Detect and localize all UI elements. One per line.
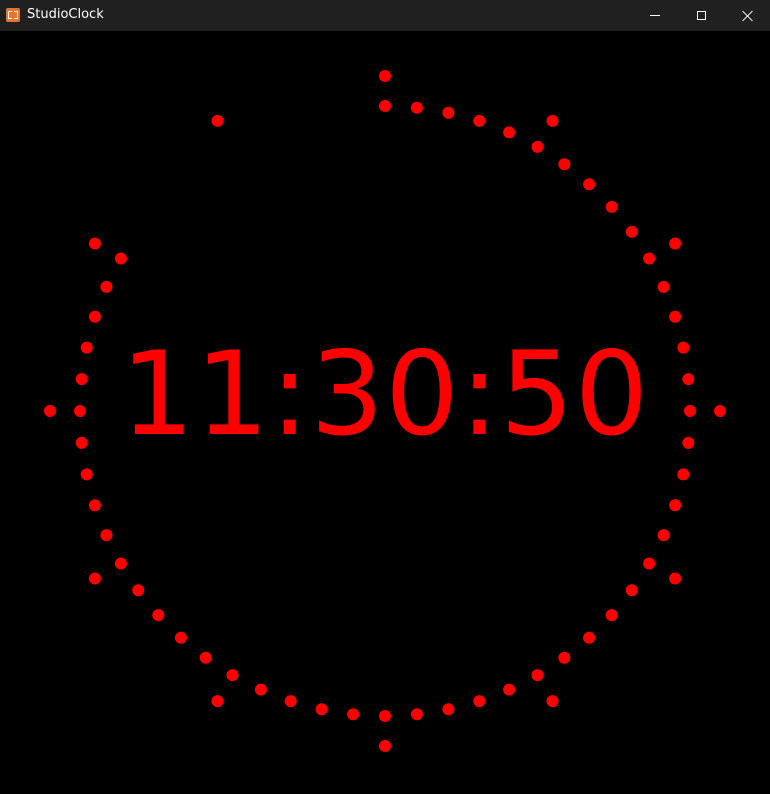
second-dot	[410, 708, 423, 721]
second-dot	[625, 584, 638, 597]
second-dot	[132, 584, 145, 597]
second-dot	[643, 252, 656, 265]
hour-marker-dot	[88, 572, 101, 585]
digital-time: 11:30:50	[120, 327, 650, 462]
hour-marker-dot	[669, 237, 682, 250]
second-dot	[379, 710, 391, 722]
second-dot	[657, 529, 670, 542]
second-dot	[88, 499, 101, 512]
hour-marker-dot	[88, 237, 101, 250]
second-dot	[677, 468, 690, 481]
second-dot	[442, 703, 455, 716]
second-dot	[88, 310, 101, 323]
second-dot	[100, 529, 113, 542]
second-dot	[347, 708, 360, 721]
second-dot	[100, 280, 113, 293]
hour-marker-dot	[546, 114, 559, 127]
hour-marker-dot	[379, 740, 391, 752]
second-dot	[669, 499, 682, 512]
second-dot	[531, 669, 544, 682]
second-dot	[226, 669, 239, 682]
hour-marker-dot	[211, 114, 224, 127]
hour-marker-dot	[669, 572, 682, 585]
second-dot	[410, 101, 423, 114]
hour-marker-dot	[546, 695, 559, 708]
second-dot	[503, 683, 516, 696]
second-dot	[284, 695, 297, 708]
second-dot	[114, 252, 127, 265]
second-dot	[379, 100, 391, 112]
second-dot	[315, 703, 328, 716]
hour-marker-dot	[379, 70, 391, 82]
second-dot	[643, 557, 656, 570]
second-dot	[80, 468, 93, 481]
second-dot	[558, 651, 571, 664]
second-dot	[199, 651, 212, 664]
second-dot	[605, 609, 618, 622]
second-dot	[174, 631, 187, 644]
second-dot	[473, 114, 486, 127]
second-dot	[114, 557, 127, 570]
second-dot	[442, 106, 455, 119]
hour-marker-dot	[211, 695, 224, 708]
second-dot	[657, 280, 670, 293]
second-dot	[558, 158, 571, 171]
second-dot	[503, 126, 516, 139]
second-dot	[583, 178, 596, 191]
second-dot	[254, 683, 267, 696]
second-dot	[625, 225, 638, 238]
second-dot	[152, 609, 165, 622]
second-dot	[669, 310, 682, 323]
second-dot	[583, 631, 596, 644]
second-dot	[605, 200, 618, 213]
second-dot	[531, 140, 544, 153]
second-dot	[473, 695, 486, 708]
